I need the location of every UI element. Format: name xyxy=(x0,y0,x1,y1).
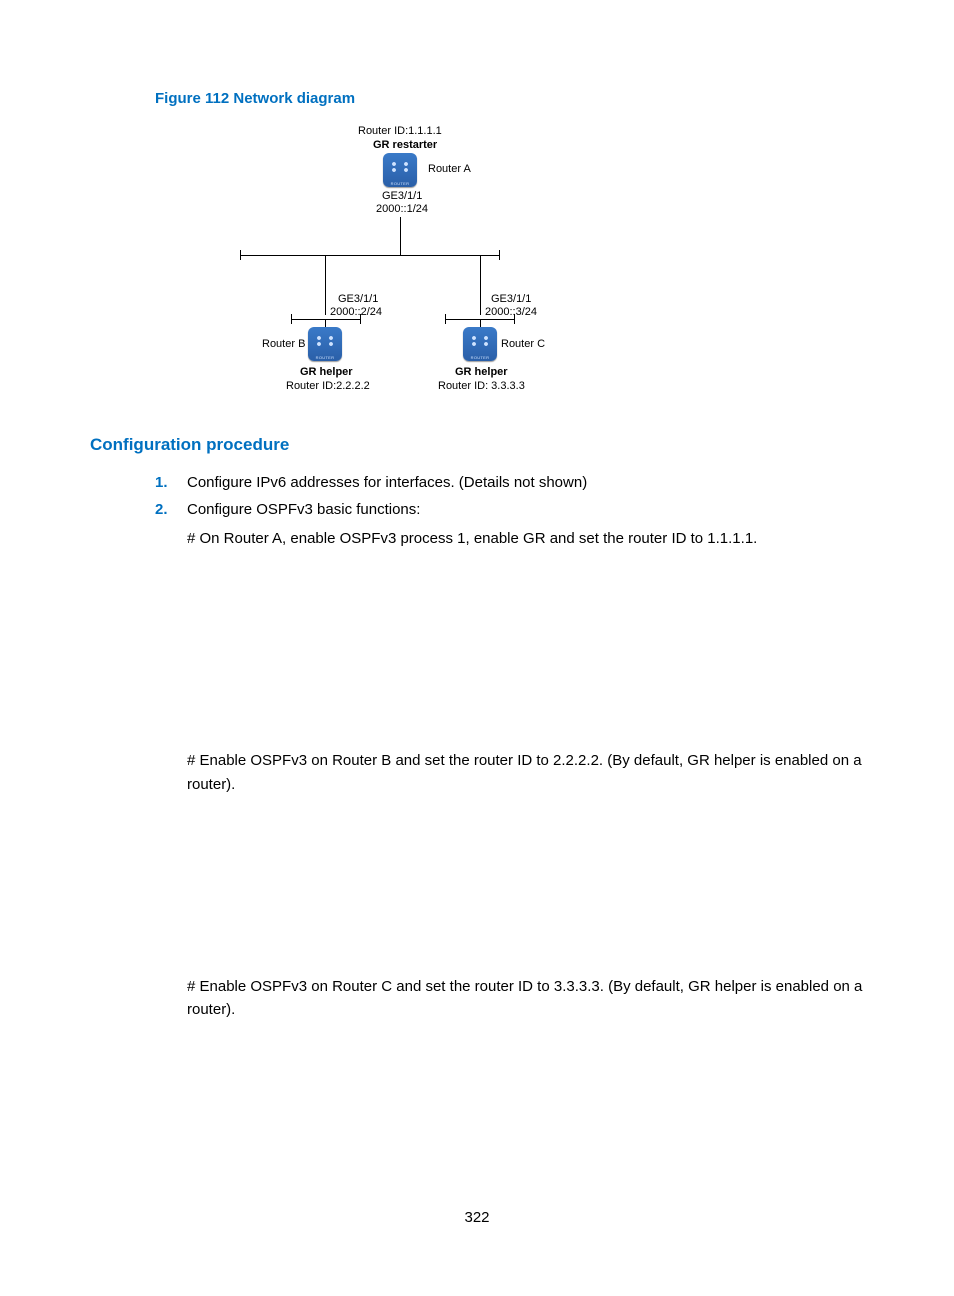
line-a-to-bus xyxy=(400,217,401,255)
c-seg-tick-r xyxy=(514,314,515,324)
paragraph-router-b: # Enable OSPFv3 on Router B and set the … xyxy=(187,749,864,796)
bus-tick-left xyxy=(240,250,241,260)
c-seg-tick-l xyxy=(445,314,446,324)
router-a-role: GR restarter xyxy=(373,139,437,151)
router-c-addr: 2000::3/24 xyxy=(485,306,537,318)
bus-tick-right xyxy=(499,250,500,260)
b-seg-line xyxy=(291,319,361,320)
bus-line xyxy=(240,255,500,256)
router-c-id: Router ID: 3.3.3.3 xyxy=(438,380,525,392)
router-a-icon xyxy=(383,153,417,187)
router-b-name: Router B xyxy=(262,338,305,350)
list-number: 2. xyxy=(155,496,187,523)
list-item: 2. Configure OSPFv3 basic functions: xyxy=(155,496,864,523)
router-a-iface: GE3/1/1 xyxy=(382,190,422,202)
list-text: Configure IPv6 addresses for interfaces.… xyxy=(187,469,864,496)
b-seg-tick-l xyxy=(291,314,292,324)
paragraph-router-a: # On Router A, enable OSPFv3 process 1, … xyxy=(187,527,864,550)
router-c-name: Router C xyxy=(501,338,545,350)
line-bus-to-b xyxy=(325,255,326,315)
page-number: 322 xyxy=(0,1209,954,1226)
router-a-id: Router ID:1.1.1.1 xyxy=(358,125,442,137)
network-diagram: Router ID:1.1.1.1 GR restarter Router A … xyxy=(180,125,520,400)
router-a-name: Router A xyxy=(428,163,471,175)
b-seg-tick-r xyxy=(360,314,361,324)
router-c-iface: GE3/1/1 xyxy=(491,293,531,305)
router-b-role: GR helper xyxy=(300,366,353,378)
figure-title: Figure 112 Network diagram xyxy=(155,90,864,107)
list-number: 1. xyxy=(155,469,187,496)
section-title: Configuration procedure xyxy=(90,435,864,455)
router-b-icon xyxy=(308,327,342,361)
line-bus-to-c xyxy=(480,255,481,315)
router-c-icon xyxy=(463,327,497,361)
list-text: Configure OSPFv3 basic functions: xyxy=(187,496,864,523)
list-item: 1. Configure IPv6 addresses for interfac… xyxy=(155,469,864,496)
paragraph-router-c: # Enable OSPFv3 on Router C and set the … xyxy=(187,975,864,1022)
router-b-iface: GE3/1/1 xyxy=(338,293,378,305)
c-seg-drop xyxy=(480,319,481,327)
b-seg-drop xyxy=(325,319,326,327)
router-b-id: Router ID:2.2.2.2 xyxy=(286,380,370,392)
router-a-addr: 2000::1/24 xyxy=(376,203,428,215)
router-b-addr: 2000::2/24 xyxy=(330,306,382,318)
router-c-role: GR helper xyxy=(455,366,508,378)
